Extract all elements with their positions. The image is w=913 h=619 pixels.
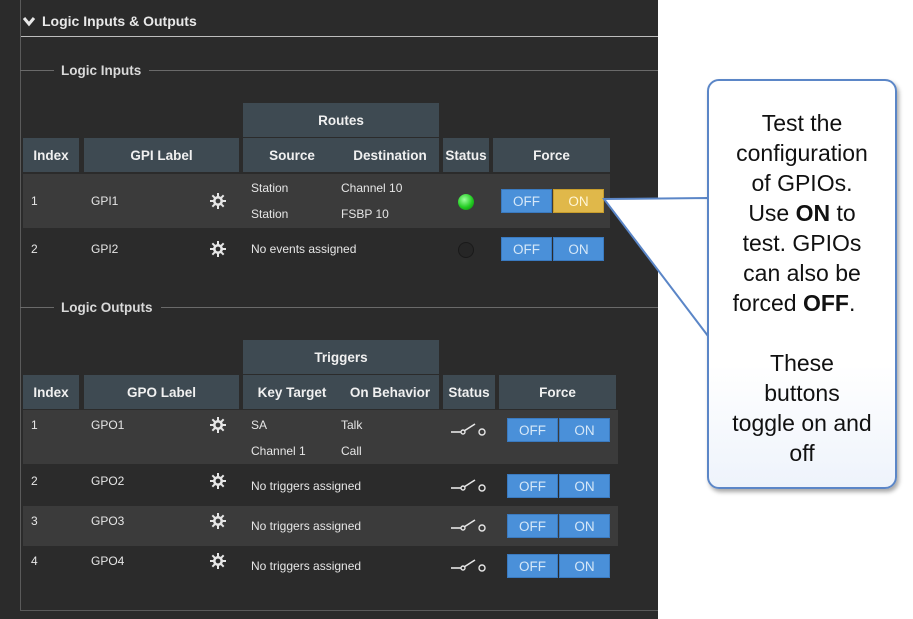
no-triggers-text: No triggers assigned (251, 519, 362, 533)
on-behavior-header: On Behavior (341, 375, 439, 409)
force-off-button[interactable]: OFF (501, 237, 552, 261)
gpo-label: GPO1 (91, 418, 125, 432)
switch-open-icon (451, 479, 486, 492)
route-source: Station (251, 207, 289, 221)
switch-open-icon (451, 559, 486, 572)
triggers-header: Triggers (243, 340, 439, 374)
gpo-label: GPO3 (91, 514, 125, 528)
force-off-button[interactable]: OFF (507, 418, 558, 442)
key-target-header: Key Target (243, 375, 341, 409)
key-target: SA (251, 418, 268, 432)
logic-io-panel: Logic Inputs & Outputs Logic Inputs Rout… (0, 0, 658, 619)
header-divider (21, 36, 658, 37)
force-on-button[interactable]: ON (559, 514, 610, 538)
source-header: Source (243, 138, 341, 172)
switch-open-icon (451, 423, 486, 436)
route-source: Station (251, 181, 289, 195)
gear-icon[interactable] (210, 553, 226, 569)
logic-inputs-title: Logic Inputs (20, 60, 658, 80)
force-header: Force (499, 375, 616, 409)
index-header: Index (23, 138, 79, 172)
gpo-label: GPO4 (91, 554, 125, 568)
force-off-button[interactable]: OFF (507, 514, 558, 538)
gear-icon[interactable] (210, 193, 226, 209)
section-title: Logic Inputs & Outputs (42, 13, 197, 29)
chevron-down-icon[interactable] (22, 14, 36, 28)
force-on-button[interactable]: ON (559, 554, 610, 578)
force-off-button[interactable]: OFF (507, 474, 558, 498)
gear-icon[interactable] (210, 241, 226, 257)
force-on-button[interactable]: ON (559, 418, 610, 442)
force-off-button[interactable]: OFF (507, 554, 558, 578)
gpo-label: GPO2 (91, 474, 125, 488)
no-events-text: No events assigned (251, 242, 357, 256)
gpi-label: GPI2 (91, 242, 119, 256)
status-led-on (458, 194, 474, 210)
gpi-label: GPI1 (91, 194, 119, 208)
on-behavior: Call (341, 444, 362, 458)
row-index: 2 (31, 474, 38, 488)
logic-outputs-title: Logic Outputs (20, 297, 658, 317)
switch-open-icon (451, 519, 486, 532)
gear-icon[interactable] (210, 473, 226, 489)
force-header: Force (493, 138, 610, 172)
on-behavior: Talk (341, 418, 363, 432)
row-index: 3 (31, 514, 38, 528)
status-led-off (458, 242, 474, 258)
status-header: Status (443, 375, 495, 409)
routes-header: Routes (243, 103, 439, 137)
route-destination: FSBP 10 (341, 207, 389, 221)
no-triggers-text: No triggers assigned (251, 479, 362, 493)
section-header[interactable]: Logic Inputs & Outputs (22, 8, 658, 34)
gear-icon[interactable] (210, 417, 226, 433)
force-on-button[interactable]: ON (559, 474, 610, 498)
callout-text: Test the configuration of GPIOs. Use ON … (732, 110, 872, 466)
gpo-label-header: GPO Label (84, 375, 239, 409)
no-triggers-text: No triggers assigned (251, 559, 362, 573)
row-index: 4 (31, 554, 38, 568)
route-destination: Channel 10 (341, 181, 403, 195)
gear-icon[interactable] (210, 513, 226, 529)
row-index: 2 (31, 242, 38, 256)
index-header: Index (23, 375, 79, 409)
row-index: 1 (31, 194, 38, 208)
gpi-label-header: GPI Label (84, 138, 239, 172)
destination-header: Destination (341, 138, 439, 172)
row-index: 1 (31, 418, 38, 432)
status-header: Status (443, 138, 489, 172)
key-target: Channel 1 (251, 444, 306, 458)
force-off-button[interactable]: OFF (501, 189, 552, 213)
